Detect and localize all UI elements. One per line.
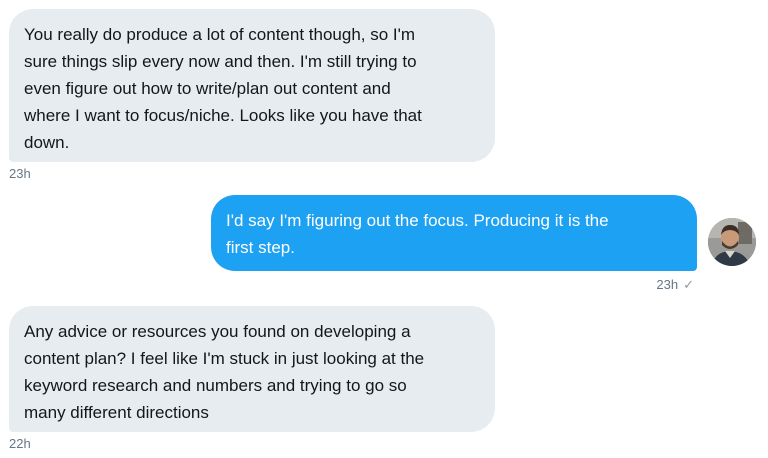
message-bubble-outgoing[interactable]: I'd say I'm figuring out the focus. Prod… (211, 195, 697, 271)
avatar-image (708, 218, 756, 266)
avatar[interactable] (708, 218, 756, 266)
message-bubble-incoming[interactable]: Any advice or resources you found on dev… (9, 306, 495, 432)
message-timestamp: 23h (9, 166, 31, 181)
check-icon: ✓ (683, 277, 694, 292)
message-bubble-incoming[interactable]: You really do produce a lot of content t… (9, 9, 495, 162)
message-text: You really do produce a lot of content t… (24, 25, 422, 152)
message-text: I'd say I'm figuring out the focus. Prod… (226, 211, 609, 257)
message-timestamp: 22h (9, 436, 31, 451)
message-timestamp-row: 23h ✓ (560, 277, 694, 293)
message-timestamp: 23h (656, 277, 679, 292)
message-text: Any advice or resources you found on dev… (24, 322, 425, 422)
